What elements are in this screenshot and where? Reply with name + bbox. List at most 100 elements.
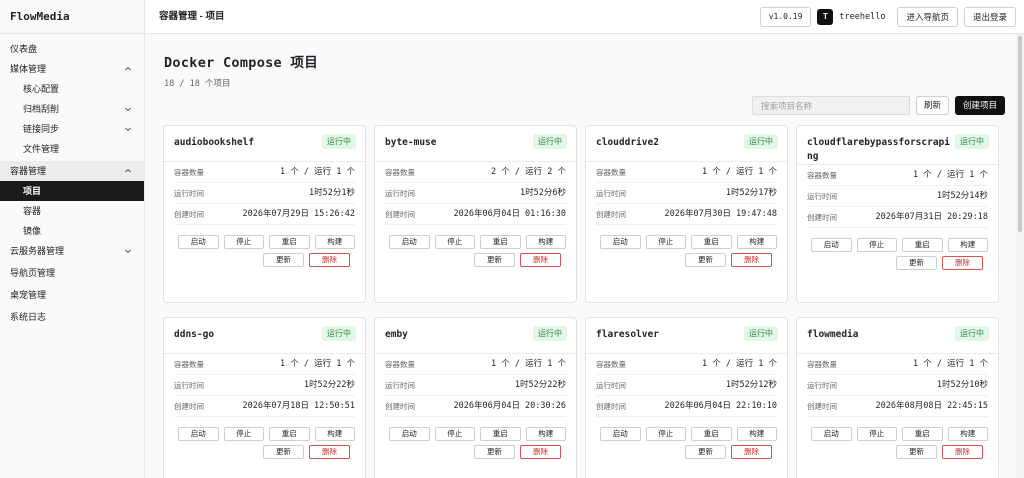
restart-button[interactable]: 重启 bbox=[902, 238, 943, 252]
breadcrumb: 容器管理 - 项目 bbox=[159, 11, 225, 22]
delete-button[interactable]: 删除 bbox=[309, 253, 350, 267]
sidebar-item-link-sync[interactable]: 链接同步 bbox=[0, 119, 144, 139]
create-project-button[interactable]: 创建项目 bbox=[954, 96, 1005, 115]
logout-button[interactable]: 退出登录 bbox=[963, 7, 1016, 27]
container-count-row: 容器数量 2 个 / 运行 2 个 bbox=[385, 162, 566, 183]
restart-button[interactable]: 重启 bbox=[269, 427, 310, 441]
delete-button[interactable]: 删除 bbox=[942, 256, 983, 270]
build-button[interactable]: 构建 bbox=[314, 235, 355, 249]
container-count-row: 容器数量 1 个 / 运行 1 个 bbox=[174, 354, 355, 375]
project-info: 容器数量 1 个 / 运行 1 个 运行时间 1时52分10秒 创建时间 202… bbox=[797, 354, 998, 417]
avatar[interactable]: T bbox=[817, 9, 834, 25]
scrollbar[interactable] bbox=[1016, 34, 1024, 478]
project-card: audiobookshelf 运行中 容器数量 1 个 / 运行 1 个 运行时… bbox=[163, 125, 366, 303]
sidebar-item-container-mgmt[interactable]: 容器管理 bbox=[0, 161, 144, 181]
update-button[interactable]: 更新 bbox=[896, 256, 937, 270]
enter-nav-page-button[interactable]: 进入导航页 bbox=[897, 7, 958, 27]
sidebar-item-file-manager[interactable]: 文件管理 bbox=[0, 139, 144, 159]
sidebar-item-archive-scrape[interactable]: 归档刮削 bbox=[0, 99, 144, 119]
created-row: 创建时间 2026年08月08日 22:45:15 bbox=[807, 396, 988, 417]
sidebar-item-images[interactable]: 镜像 bbox=[0, 221, 144, 241]
stop-button[interactable]: 停止 bbox=[434, 427, 475, 441]
update-button[interactable]: 更新 bbox=[474, 253, 515, 267]
delete-button[interactable]: 删除 bbox=[942, 445, 983, 459]
update-button[interactable]: 更新 bbox=[685, 253, 726, 267]
created-row: 创建时间 2026年07月31日 20:29:18 bbox=[807, 207, 988, 228]
project-info: 容器数量 1 个 / 运行 1 个 运行时间 1时52分12秒 创建时间 202… bbox=[586, 354, 787, 417]
update-button[interactable]: 更新 bbox=[263, 253, 304, 267]
stop-button[interactable]: 停止 bbox=[223, 427, 264, 441]
sidebar-item-desktop-pet[interactable]: 桌宠管理 bbox=[0, 285, 144, 305]
uptime-row: 运行时间 1时52分12秒 bbox=[596, 375, 777, 396]
project-name: flaresolver bbox=[596, 329, 659, 340]
sidebar-item-projects[interactable]: 项目 bbox=[0, 181, 144, 201]
build-button[interactable]: 构建 bbox=[736, 427, 777, 441]
start-button[interactable]: 启动 bbox=[811, 238, 852, 252]
delete-button[interactable]: 删除 bbox=[731, 253, 772, 267]
start-button[interactable]: 启动 bbox=[178, 235, 219, 249]
stop-button[interactable]: 停止 bbox=[434, 235, 475, 249]
start-button[interactable]: 启动 bbox=[600, 235, 641, 249]
project-name: byte-muse bbox=[385, 137, 437, 148]
uptime-value: 1时52分22秒 bbox=[303, 380, 355, 390]
project-card: flowmedia 运行中 容器数量 1 个 / 运行 1 个 运行时间 1时5… bbox=[796, 317, 999, 478]
stop-button[interactable]: 停止 bbox=[856, 427, 897, 441]
restart-button[interactable]: 重启 bbox=[480, 427, 521, 441]
start-button[interactable]: 启动 bbox=[389, 427, 430, 441]
scrollbar-thumb[interactable] bbox=[1018, 36, 1022, 232]
sidebar-item-cloud-servers[interactable]: 云服务器管理 bbox=[0, 241, 144, 261]
stop-button[interactable]: 停止 bbox=[645, 235, 686, 249]
chevron-down-icon bbox=[125, 127, 131, 132]
build-button[interactable]: 构建 bbox=[525, 427, 566, 441]
build-button[interactable]: 构建 bbox=[947, 238, 988, 252]
start-button[interactable]: 启动 bbox=[811, 427, 852, 441]
project-card: clouddrive2 运行中 容器数量 1 个 / 运行 1 个 运行时间 1… bbox=[585, 125, 788, 303]
chevron-up-icon bbox=[125, 66, 131, 71]
project-name: ddns-go bbox=[174, 329, 215, 340]
delete-button[interactable]: 删除 bbox=[731, 445, 772, 459]
sidebar-item-dashboard[interactable]: 仪表盘 bbox=[0, 39, 144, 59]
project-actions: 启动 停止 重启 构建 更新 删除 bbox=[586, 417, 787, 467]
project-name: audiobookshelf bbox=[174, 137, 255, 148]
stop-button[interactable]: 停止 bbox=[223, 235, 264, 249]
restart-button[interactable]: 重启 bbox=[691, 427, 732, 441]
delete-button[interactable]: 删除 bbox=[309, 445, 350, 459]
start-button[interactable]: 启动 bbox=[600, 427, 641, 441]
update-button[interactable]: 更新 bbox=[896, 445, 937, 459]
uptime-row: 运行时间 1时52分17秒 bbox=[596, 183, 777, 204]
container-count-row: 容器数量 1 个 / 运行 1 个 bbox=[807, 165, 988, 186]
restart-button[interactable]: 重启 bbox=[902, 427, 943, 441]
build-button[interactable]: 构建 bbox=[736, 235, 777, 249]
restart-button[interactable]: 重启 bbox=[269, 235, 310, 249]
restart-button[interactable]: 重启 bbox=[691, 235, 732, 249]
refresh-button[interactable]: 刷新 bbox=[915, 96, 949, 115]
update-button[interactable]: 更新 bbox=[474, 445, 515, 459]
search-input[interactable] bbox=[751, 96, 910, 115]
build-button[interactable]: 构建 bbox=[525, 235, 566, 249]
build-button[interactable]: 构建 bbox=[947, 427, 988, 441]
update-button[interactable]: 更新 bbox=[263, 445, 304, 459]
sidebar-nav: 仪表盘 媒体管理 核心配置 归档刮削 链接同步 文件管理 容器管理 项目 容器 … bbox=[0, 34, 144, 327]
update-button[interactable]: 更新 bbox=[685, 445, 726, 459]
container-count-value: 1 个 / 运行 1 个 bbox=[280, 167, 355, 177]
project-card-header: byte-muse 运行中 bbox=[375, 126, 576, 162]
status-badge: 运行中 bbox=[955, 134, 989, 149]
delete-button[interactable]: 删除 bbox=[520, 253, 561, 267]
project-actions: 启动 停止 重启 构建 更新 删除 bbox=[797, 228, 998, 278]
delete-button[interactable]: 删除 bbox=[520, 445, 561, 459]
project-actions: 启动 停止 重启 构建 更新 删除 bbox=[797, 417, 998, 467]
project-name: emby bbox=[385, 329, 408, 340]
stop-button[interactable]: 停止 bbox=[645, 427, 686, 441]
created-value: 2026年06月04日 22:10:10 bbox=[664, 401, 778, 411]
sidebar-item-core-config[interactable]: 核心配置 bbox=[0, 79, 144, 99]
start-button[interactable]: 启动 bbox=[389, 235, 430, 249]
sidebar-item-nav-page[interactable]: 导航页管理 bbox=[0, 263, 144, 283]
sidebar-item-media[interactable]: 媒体管理 bbox=[0, 59, 144, 79]
stop-button[interactable]: 停止 bbox=[856, 238, 897, 252]
restart-button[interactable]: 重启 bbox=[480, 235, 521, 249]
start-button[interactable]: 启动 bbox=[178, 427, 219, 441]
sidebar-item-containers[interactable]: 容器 bbox=[0, 201, 144, 221]
sidebar-item-label: 云服务器管理 bbox=[10, 246, 65, 256]
sidebar-item-system-log[interactable]: 系统日志 bbox=[0, 307, 144, 327]
build-button[interactable]: 构建 bbox=[314, 427, 355, 441]
